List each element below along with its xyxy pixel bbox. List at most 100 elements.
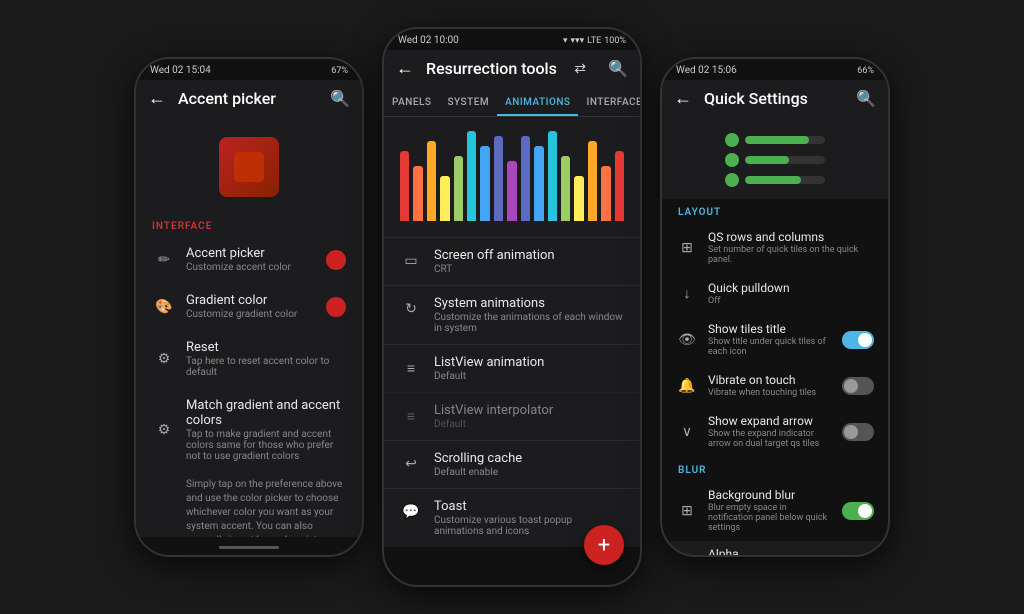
list-item[interactable]: ⊞ Background blur Blur empty space in no…	[662, 480, 888, 541]
tabs-bar: PANELS SYSTEM ANIMATIONS INTERFACE MISC	[384, 87, 640, 117]
list-item[interactable]: 🎨 Gradient color Customize gradient colo…	[136, 283, 362, 330]
section-label-blur: BLUR	[662, 457, 888, 480]
edit-icon: ✏	[152, 248, 176, 272]
slider-dot-1	[725, 133, 739, 147]
slider-dot-3	[725, 173, 739, 187]
slider-fill-3	[745, 176, 801, 184]
slider-track-3	[745, 176, 825, 184]
setting-text: Gradient color Customize gradient color	[186, 293, 316, 320]
status-bar-1: Wed 02 15:04 67%	[136, 59, 362, 80]
list-item[interactable]: ≡ ListView interpolator Default	[384, 392, 640, 440]
list-item[interactable]: ↩ Scrolling cache Default enable	[384, 440, 640, 488]
animation-bar	[413, 166, 422, 221]
back-button-1[interactable]: ←	[148, 88, 166, 109]
setting-subtitle: Customize gradient color	[186, 309, 316, 320]
list-item[interactable]: ✏ Accent picker Customize accent color	[136, 236, 362, 283]
section-label-interface: INTERFACE	[136, 213, 362, 236]
status-icons-2: ▾ ▾▾▾ LTE 100%	[563, 36, 626, 46]
listview-icon: ≡	[400, 357, 422, 379]
battery-icon-3: 66%	[857, 66, 874, 76]
setting-text: Reset Tap here to reset accent color to …	[186, 340, 346, 378]
animation-bar	[454, 156, 463, 221]
slider-row-1	[725, 133, 825, 147]
toggle-show-title[interactable]	[842, 331, 874, 349]
description-text: Simply tap on the preference above and u…	[136, 472, 362, 537]
list-item[interactable]: ≡ ListView animation Default	[384, 344, 640, 392]
toggle-vibrate[interactable]	[842, 377, 874, 395]
status-time-2: Wed 02 10:00	[398, 35, 459, 46]
animation-preview	[384, 117, 640, 237]
list-item[interactable]: ↻ System animations Customize the animat…	[384, 285, 640, 344]
accent-dot	[326, 250, 346, 270]
phone-quick-settings: Wed 02 15:06 66% ← Quick Settings 🔍	[660, 57, 890, 557]
list-item[interactable]: ⊞ QS rows and columns Set number of quic…	[662, 222, 888, 273]
setting-title: Accent picker	[186, 246, 316, 261]
home-bar-1	[219, 546, 279, 549]
tab-animations[interactable]: ANIMATIONS	[497, 87, 578, 116]
blur-icon: ⊞	[676, 500, 698, 522]
accent-preview	[136, 117, 362, 213]
list-item[interactable]: 👁 Show tiles title Show title under quic…	[662, 314, 888, 365]
list-item[interactable]: ⚙ Match gradient and accent colors Tap t…	[136, 388, 362, 472]
qs-text: QS rows and columns Set number of quick …	[708, 230, 874, 265]
alpha-icon: ＋	[676, 549, 698, 557]
animation-bar	[601, 166, 610, 221]
setting-text: Match gradient and accent colors Tap to …	[186, 398, 346, 462]
toggle-expand[interactable]	[842, 423, 874, 441]
list-item[interactable]: ↓ Quick pulldown Off	[662, 273, 888, 314]
animation-bar	[467, 131, 476, 221]
res-sub: Default enable	[434, 467, 624, 478]
list-item[interactable]: 🔔 Vibrate on touch Vibrate when touching…	[662, 365, 888, 406]
fab-button[interactable]: +	[584, 525, 624, 565]
status-time-1: Wed 02 15:04	[150, 65, 211, 76]
switch-icon[interactable]: ⇄	[574, 61, 586, 77]
list-item[interactable]: ∨ Show expand arrow Show the expand indi…	[662, 406, 888, 457]
qs-sub: Off	[708, 296, 874, 306]
status-bar-3: Wed 02 15:06 66%	[662, 59, 888, 80]
res-list: ▭ Screen off animation CRT ↻ System anim…	[384, 237, 640, 547]
res-text: ListView animation Default	[434, 355, 624, 382]
animation-bar	[548, 131, 557, 221]
setting-title: Reset	[186, 340, 346, 355]
res-text: System animations Customize the animatio…	[434, 296, 624, 334]
status-icons-3: 66%	[857, 66, 874, 76]
match-icon: ⚙	[152, 418, 176, 442]
setting-subtitle: Tap here to reset accent color to defaul…	[186, 356, 346, 378]
res-sub: Default	[434, 371, 624, 382]
tab-panels[interactable]: PANELS	[384, 87, 439, 116]
res-sub: CRT	[434, 264, 624, 275]
search-icon-2[interactable]: 🔍	[608, 59, 628, 78]
back-button-2[interactable]: ←	[396, 58, 414, 79]
tab-interface[interactable]: INTERFACE	[578, 87, 642, 116]
qs-sub: Vibrate when touching tiles	[708, 388, 832, 398]
alpha-section: ＋ Alpha Value: 161 🔄 − +	[662, 541, 888, 557]
phone-resurrection-tools: Wed 02 10:00 ▾ ▾▾▾ LTE 100% ← Resurrecti…	[382, 27, 642, 587]
slider-fill-2	[745, 156, 789, 164]
toggle-blur[interactable]	[842, 502, 874, 520]
slider-track-1	[745, 136, 825, 144]
gradient-icon: 🎨	[152, 295, 176, 319]
qs-text: Background blur Blur empty space in noti…	[708, 488, 832, 533]
res-title: Toast	[434, 499, 624, 514]
search-icon-3[interactable]: 🔍	[856, 89, 876, 108]
page-title-3: Quick Settings	[704, 89, 844, 108]
slider-dot-2	[725, 153, 739, 167]
animation-bar	[615, 151, 624, 221]
qs-text: Quick pulldown Off	[708, 281, 874, 306]
alpha-title: Alpha	[708, 547, 770, 557]
res-text: ListView interpolator Default	[434, 403, 624, 430]
slider-row-2	[725, 153, 825, 167]
qs-title: Show expand arrow	[708, 414, 832, 428]
tab-system[interactable]: SYSTEM	[439, 87, 497, 116]
search-icon-1[interactable]: 🔍	[330, 89, 350, 108]
lte-label: LTE	[587, 36, 601, 46]
qs-title: Vibrate on touch	[708, 373, 832, 387]
res-title: Screen off animation	[434, 248, 624, 263]
list-item[interactable]: ⚙ Reset Tap here to reset accent color t…	[136, 330, 362, 388]
phone-accent-picker: Wed 02 15:04 67% ← Accent picker 🔍 INTER…	[134, 57, 364, 557]
qs-text: Vibrate on touch Vibrate when touching t…	[708, 373, 832, 398]
list-item[interactable]: ▭ Screen off animation CRT	[384, 237, 640, 285]
back-button-3[interactable]: ←	[674, 88, 692, 109]
animation-bar	[427, 141, 436, 221]
res-sub: Default	[434, 419, 624, 430]
